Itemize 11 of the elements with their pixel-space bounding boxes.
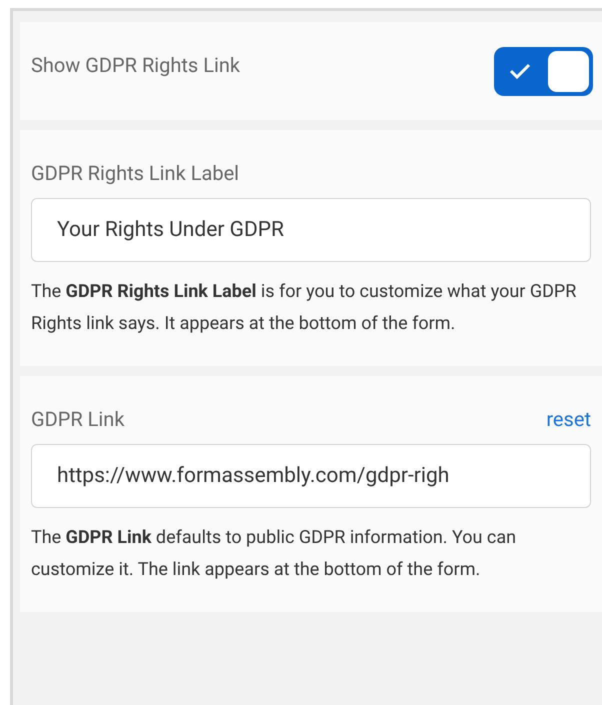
reset-link[interactable]: reset <box>546 404 591 434</box>
field-description: The GDPR Link defaults to public GDPR information. You can customize it. The link appears at the bottom of the form. <box>31 526 518 582</box>
toggle-label: Show GDPR Rights Link <box>31 52 240 79</box>
text-field[interactable]: Your Rights Under GDPR <box>31 198 591 262</box>
field-description: The GDPR Rights Link Label is for you to customize what your GDPR Rights link says. It appears at the bottom of the form. <box>31 280 578 336</box>
toggle-knob <box>548 50 589 92</box>
field-label: GDPR Rights Link Label <box>31 160 240 187</box>
check-icon <box>509 63 531 79</box>
toggle-switch[interactable] <box>494 46 593 96</box>
field-label: GDPR Link <box>31 406 124 433</box>
text-field[interactable]: https://www.formassembly.com/gdpr-righ <box>31 444 591 508</box>
